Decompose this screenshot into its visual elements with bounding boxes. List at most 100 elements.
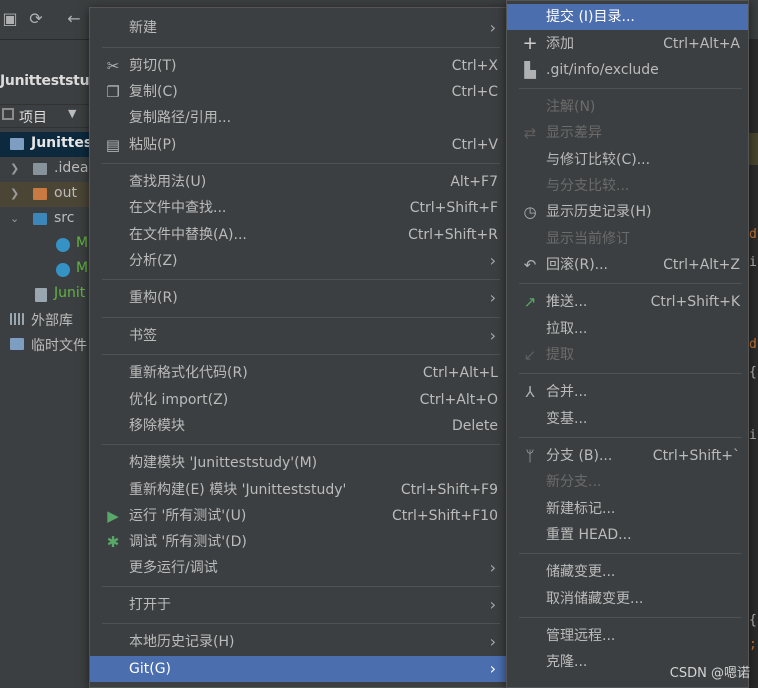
context-menu: 新建 › ✂ 剪切(T) Ctrl+X ❐ 复制(C) Ctrl+C 复制路径/… — [89, 7, 507, 688]
git-item-new-tag[interactable]: 新建标记... — [507, 496, 748, 522]
paste-icon: ▤ — [105, 136, 121, 154]
menu-item-rebuild-module[interactable]: 重新构建(E) 模块 'Junitteststudy' Ctrl+Shift+F… — [90, 477, 506, 503]
tree-item-src[interactable]: ⌄ src — [0, 207, 92, 232]
class-icon — [56, 238, 70, 252]
menu-separator — [519, 617, 742, 618]
menu-item-more-run-debug[interactable]: 更多运行/调试 › — [90, 555, 506, 581]
watermark: CSDN @嗯诺 — [669, 666, 750, 681]
code-glyph: { — [749, 613, 757, 628]
git-item-pull[interactable]: 拉取... — [507, 316, 748, 342]
menu-item-find-usages[interactable]: 查找用法(U) Alt+F7 — [90, 169, 506, 195]
menu-item-debug-all-tests[interactable]: ✱ 调试 '所有测试'(D) — [90, 529, 506, 555]
code-glyph: ; — [749, 637, 757, 652]
git-item-reset-head[interactable]: 重置 HEAD... — [507, 522, 748, 548]
git-item-compare-revision[interactable]: 与修订比较(C)... — [507, 147, 748, 173]
chevron-right-icon[interactable]: ❯ — [10, 162, 20, 175]
sync-icon[interactable]: ⟳ — [26, 9, 46, 29]
project-view-icon — [2, 108, 14, 120]
git-item-show-diff: ⇄ 显示差异 — [507, 120, 748, 146]
menu-item-paste[interactable]: ▤ 粘贴(P) Ctrl+V — [90, 132, 506, 158]
chevron-right-icon: › — [489, 659, 496, 678]
menu-item-local-history[interactable]: 本地历史记录(H) › — [90, 629, 506, 655]
history-icon: ◷ — [523, 203, 537, 221]
git-item-commit-directory[interactable]: 提交 (I)目录... — [507, 4, 748, 30]
chevron-down-icon[interactable]: ▼ — [68, 107, 76, 120]
tree-item-out[interactable]: ❯ out — [0, 182, 92, 207]
git-item-rebase[interactable]: 变基... — [507, 406, 748, 432]
menu-separator — [102, 47, 500, 48]
menu-item-remove-module[interactable]: 移除模块 Delete — [90, 413, 506, 439]
git-item-manage-remotes[interactable]: 管理远程... — [507, 623, 748, 649]
run-icon: ▶ — [107, 507, 119, 525]
git-item-unstash[interactable]: 取消储藏变更... — [507, 586, 748, 612]
project-view-label: 项目 — [19, 110, 47, 126]
menu-separator — [102, 317, 500, 318]
menu-item-copy[interactable]: ❐ 复制(C) Ctrl+C — [90, 79, 506, 105]
menu-item-run-all-tests[interactable]: ▶ 运行 '所有测试'(U) Ctrl+Shift+F10 — [90, 503, 506, 529]
git-item-rollback[interactable]: ↶ 回滚(R)... Ctrl+Alt+Z — [507, 252, 748, 278]
push-icon: ↗ — [523, 293, 537, 311]
chevron-right-icon: › — [489, 632, 496, 651]
tree-item-scratches[interactable]: 临时文件 — [0, 332, 92, 357]
git-item-stash[interactable]: 储藏变更... — [507, 559, 748, 585]
menu-separator — [519, 437, 742, 438]
back-arrow-icon[interactable]: ← — [64, 9, 84, 29]
menu-item-analyze[interactable]: 分析(Z) › — [90, 248, 506, 274]
menu-separator — [519, 283, 742, 284]
menu-separator — [102, 279, 500, 280]
chevron-right-icon: › — [489, 558, 496, 577]
debug-icon: ✱ — [106, 533, 120, 551]
project-view-selector[interactable]: 项目 ▼ — [0, 104, 92, 128]
branch-icon: ᛘ — [525, 447, 535, 465]
git-item-show-current-revision: 显示当前修订 — [546, 231, 630, 247]
merge-icon: ⅄ — [525, 383, 535, 401]
plus-icon: + — [522, 33, 538, 54]
git-file-icon: ▙ — [524, 61, 536, 79]
class-icon — [56, 263, 70, 277]
tree-item-idea[interactable]: ❯ .idea — [0, 157, 92, 182]
code-glyph: d — [749, 227, 757, 242]
tree-item-class-2[interactable]: M — [0, 257, 92, 282]
menu-item-build-module[interactable]: 构建模块 'Junitteststudy'(M) — [90, 450, 506, 476]
chevron-right-icon: › — [489, 18, 496, 37]
git-item-show-history[interactable]: ◷ 显示历史记录(H) — [507, 199, 748, 225]
menu-item-replace-in-files[interactable]: 在文件中替换(A)... Ctrl+Shift+R — [90, 222, 506, 248]
menu-separator — [102, 586, 500, 587]
menu-item-git[interactable]: Git(G) › — [90, 656, 506, 682]
tree-item-iml[interactable]: Junit — [0, 282, 92, 307]
tree-item-class-1[interactable]: M — [0, 232, 92, 257]
project-panel: Junitteststudy 项目 ▼ Junittes ❯ .idea ❯ o… — [0, 40, 108, 688]
file-icon — [35, 288, 47, 302]
git-item-exclude[interactable]: ▙ .git/info/exclude — [507, 57, 748, 83]
menu-item-copy-path[interactable]: 复制路径/引用... — [90, 105, 506, 131]
module-folder-icon — [10, 138, 24, 150]
editor-edge: d i d { i { ; — [748, 40, 758, 688]
code-glyph: i — [749, 428, 757, 443]
menu-separator — [102, 444, 500, 445]
menu-item-bookmarks[interactable]: 书签 › — [90, 323, 506, 349]
menu-item-cut[interactable]: ✂ 剪切(T) Ctrl+X — [90, 53, 506, 79]
tree-item-project-root[interactable]: Junittes — [0, 132, 92, 157]
menu-item-find-in-files[interactable]: 在文件中查找... Ctrl+Shift+F — [90, 195, 506, 221]
menu-item-reformat-code[interactable]: 重新格式化代码(R) Ctrl+Alt+L — [90, 360, 506, 386]
tree-item-external-libraries[interactable]: 外部库 — [0, 307, 92, 332]
git-item-push[interactable]: ↗ 推送... Ctrl+Shift+K — [507, 289, 748, 315]
menu-separator — [102, 623, 500, 624]
chevron-down-icon[interactable]: ⌄ — [10, 212, 20, 225]
git-item-merge[interactable]: ⅄ 合并... — [507, 379, 748, 405]
save-icon[interactable]: ▣ — [0, 9, 20, 29]
menu-separator — [519, 88, 742, 89]
scratch-icon — [10, 338, 24, 350]
menu-item-refactor[interactable]: 重构(R) › — [90, 285, 506, 311]
git-item-branches[interactable]: ᛘ 分支 (B)... Ctrl+Shift+` — [507, 443, 748, 469]
copy-icon: ❐ — [106, 83, 120, 101]
code-glyph: i — [749, 255, 757, 270]
menu-item-open-in[interactable]: 打开于 › — [90, 592, 506, 618]
menu-item-optimize-imports[interactable]: 优化 import(Z) Ctrl+Alt+O — [90, 387, 506, 413]
excluded-folder-icon — [33, 188, 47, 200]
source-folder-icon — [33, 213, 47, 225]
menu-item-new[interactable]: 新建 › — [90, 15, 506, 41]
git-item-add[interactable]: + 添加 Ctrl+Alt+A — [507, 31, 748, 57]
git-item-new-branch: 新分支... — [546, 474, 602, 490]
chevron-right-icon[interactable]: ❯ — [10, 187, 20, 200]
